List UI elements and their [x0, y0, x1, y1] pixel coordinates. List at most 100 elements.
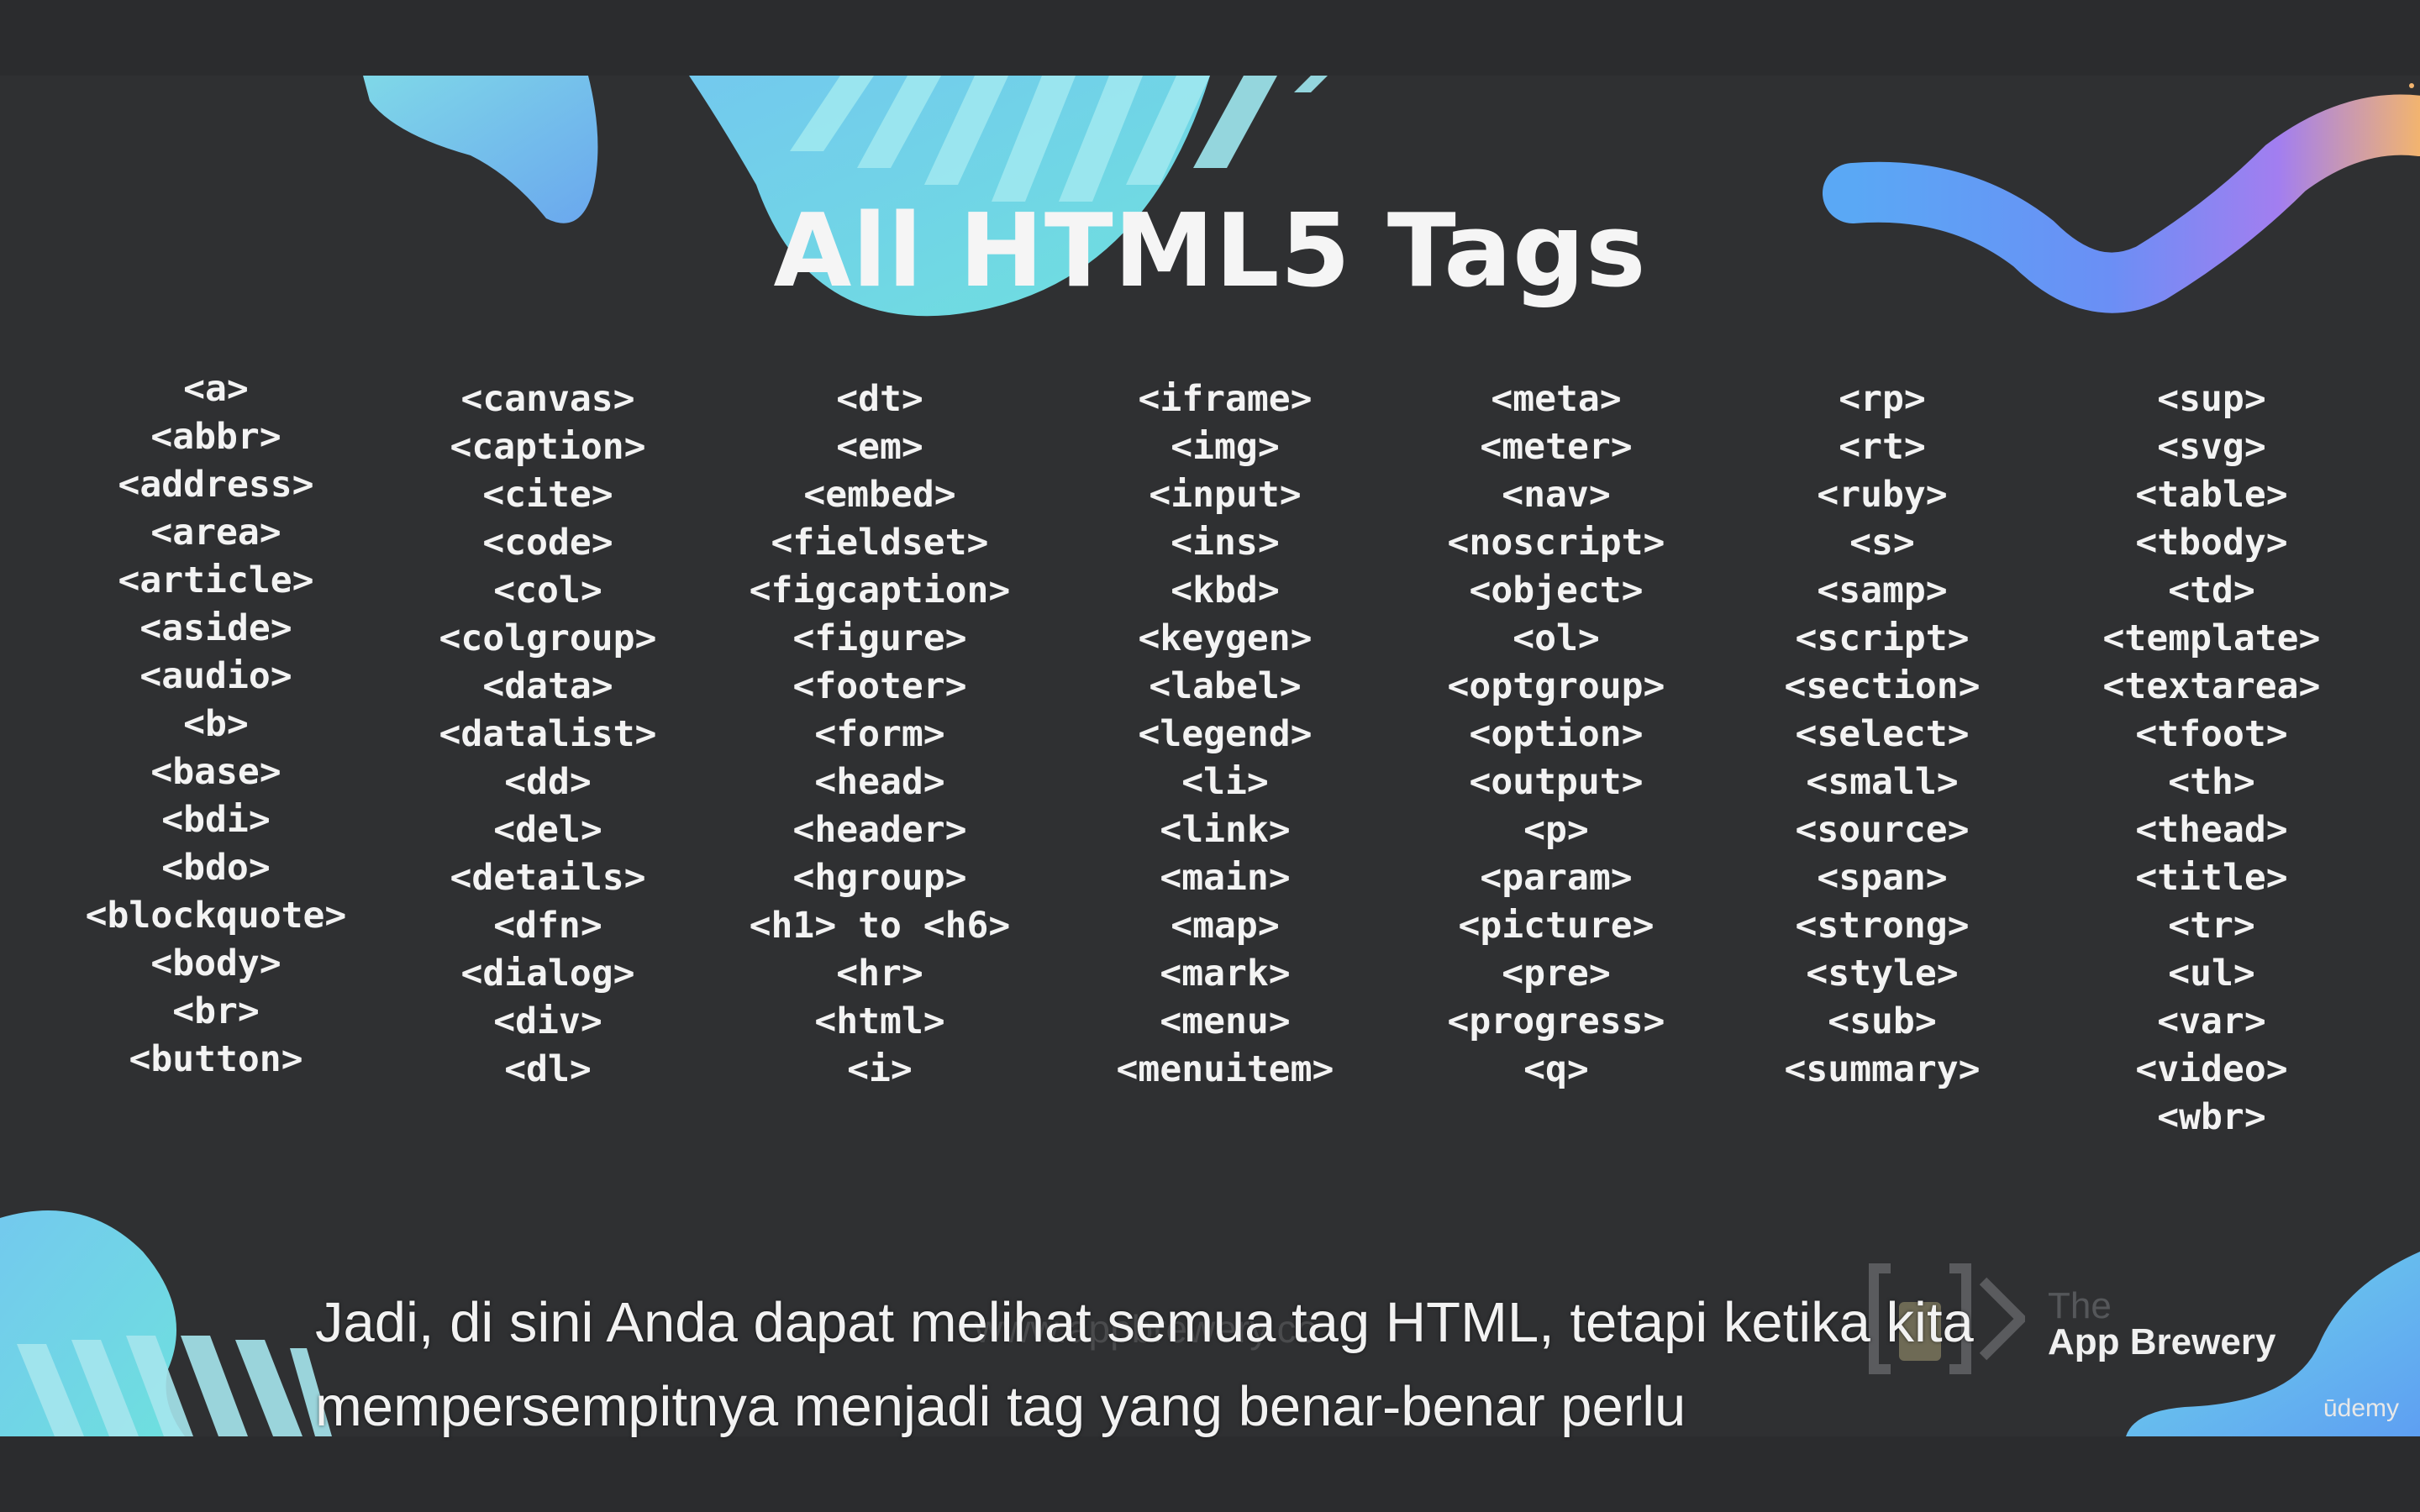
tag-item: <select> — [1795, 713, 1970, 755]
tag-item: <meter> — [1480, 426, 1633, 468]
tag-item: <section> — [1784, 665, 1981, 707]
tag-item: <sup> — [2157, 378, 2266, 420]
tag-item: <textarea> — [2102, 665, 2321, 707]
tag-item: <ul> — [2168, 953, 2255, 995]
tag-item: <tr> — [2168, 905, 2255, 947]
tag-item: <area> — [150, 512, 281, 554]
tag-item: <optgroup> — [1447, 665, 1665, 707]
tag-item: <blockquote> — [85, 895, 347, 937]
tag-item: <base> — [150, 751, 281, 793]
tag-item: <menu> — [1160, 1000, 1291, 1042]
tag-item: <dialog> — [460, 953, 635, 995]
udemy-logo: ūdemy — [2323, 1394, 2400, 1422]
tag-item: <sub> — [1828, 1000, 1937, 1042]
tag-item: <figure> — [792, 617, 967, 659]
tag-item: <rp> — [1839, 378, 1926, 420]
subtitle-line-1: Jadi, di sini Anda dapat melihat semua t… — [315, 1291, 1974, 1354]
tag-column-7: <sup> <svg> <table> <tbody> <td> <template> <t… — [2044, 375, 2380, 1142]
tag-item: <form> — [814, 713, 945, 755]
tag-item: <menuitem> — [1116, 1048, 1334, 1090]
tag-item: <embed> — [803, 474, 956, 516]
tag-item: <img> — [1171, 426, 1280, 468]
tag-item: <ins> — [1171, 522, 1280, 564]
tag-item: <dt> — [836, 378, 923, 420]
tag-item: <video> — [2135, 1048, 2288, 1090]
tag-item: <del> — [493, 809, 602, 851]
tag-item: <cite> — [482, 474, 613, 516]
tag-item: <kbd> — [1171, 570, 1280, 612]
tag-item: <td> — [2168, 570, 2255, 612]
tag-item: <noscript> — [1447, 522, 1665, 564]
tag-item: <keygen> — [1138, 617, 1313, 659]
tag-item: <output> — [1469, 761, 1644, 803]
tag-item: <footer> — [792, 665, 967, 707]
tag-item: <picture> — [1458, 905, 1655, 947]
tag-item: <main> — [1160, 857, 1291, 899]
video-subtitles: Jadi, di sini Anda dapat melihat semua t… — [315, 1281, 2248, 1449]
tag-item: <small> — [1806, 761, 1959, 803]
tag-item: <aside> — [139, 607, 292, 649]
tag-item: <figcaption> — [749, 570, 1011, 612]
tag-item: <summary> — [1784, 1048, 1981, 1090]
tag-item: <s> — [1849, 522, 1915, 564]
tag-item: <iframe> — [1138, 378, 1313, 420]
tag-columns: <a> <abbr> <address> <area> <article> <aside>… — [0, 76, 2420, 1436]
tag-item: <style> — [1806, 953, 1959, 995]
tag-item: <li> — [1181, 761, 1269, 803]
tag-item: <script> — [1795, 617, 1970, 659]
tag-item: <fieldset> — [771, 522, 989, 564]
tag-column-2: <canvas> <caption> <cite> <code> <col> <colgr… — [380, 375, 716, 1094]
presentation-slide: All HTML5 Tags <a> <abbr> <address> <area> <… — [0, 76, 2420, 1436]
tag-item: <head> — [814, 761, 945, 803]
tag-item: <b> — [183, 703, 249, 745]
tag-item: <details> — [450, 857, 646, 899]
tag-item: <legend> — [1138, 713, 1313, 755]
tag-item: <label> — [1149, 665, 1302, 707]
tag-item: <div> — [493, 1000, 602, 1042]
tag-item: <option> — [1469, 713, 1644, 755]
tag-item: <input> — [1149, 474, 1302, 516]
tag-column-6: <rp> <rt> <ruby> <s> <samp> <script> <section>… — [1714, 375, 2050, 1094]
tag-item: <q> — [1523, 1048, 1589, 1090]
tag-item: <abbr> — [150, 416, 281, 458]
tag-item: <wbr> — [2157, 1096, 2266, 1138]
tag-item: <bdo> — [161, 847, 271, 889]
tag-item: <pre> — [1502, 953, 1611, 995]
tag-item: <a> — [183, 368, 249, 410]
tag-item: <meta> — [1491, 378, 1622, 420]
tag-item: <button> — [129, 1038, 303, 1080]
tag-item: <var> — [2157, 1000, 2266, 1042]
tag-item: <dfn> — [493, 905, 602, 947]
subtitle-line-2: mempersempitnya menjadi tag yang benar-b… — [315, 1375, 1686, 1438]
tag-item: <h1> to <h6> — [749, 905, 1011, 947]
tag-column-1: <a> <abbr> <address> <area> <article> <aside>… — [48, 365, 384, 1084]
tag-item: <article> — [118, 559, 314, 601]
tag-item: <map> — [1171, 905, 1280, 947]
tag-item: <datalist> — [439, 713, 657, 755]
tag-item: <hgroup> — [792, 857, 967, 899]
tag-item: <dl> — [504, 1048, 592, 1090]
tag-item: <p> — [1523, 809, 1589, 851]
tag-item: <param> — [1480, 857, 1633, 899]
tag-item: <rt> — [1839, 426, 1926, 468]
tag-column-5: <meta> <meter> <nav> <noscript> <object> <ol>… — [1388, 375, 1724, 1094]
tag-item: <tbody> — [2135, 522, 2288, 564]
tag-item: <template> — [2102, 617, 2321, 659]
tag-item: <colgroup> — [439, 617, 657, 659]
tag-item: <object> — [1469, 570, 1644, 612]
tag-item: <i> — [847, 1048, 913, 1090]
tag-column-3: <dt> <em> <embed> <fieldset> <figcaption> <fi… — [712, 375, 1048, 1094]
tag-item: <data> — [482, 665, 613, 707]
tag-item: <span> — [1817, 857, 1948, 899]
tag-item: <bdi> — [161, 799, 271, 841]
tag-column-4: <iframe> <img> <input> <ins> <kbd> <keygen> <l… — [1057, 375, 1393, 1094]
tag-item: <svg> — [2157, 426, 2266, 468]
tag-item: <samp> — [1817, 570, 1948, 612]
tag-item: <mark> — [1160, 953, 1291, 995]
tag-item: <source> — [1795, 809, 1970, 851]
tag-item: <ruby> — [1817, 474, 1948, 516]
tag-item: <audio> — [139, 655, 292, 697]
tag-item: <dd> — [504, 761, 592, 803]
tag-item: <col> — [493, 570, 602, 612]
tag-item: <nav> — [1502, 474, 1611, 516]
